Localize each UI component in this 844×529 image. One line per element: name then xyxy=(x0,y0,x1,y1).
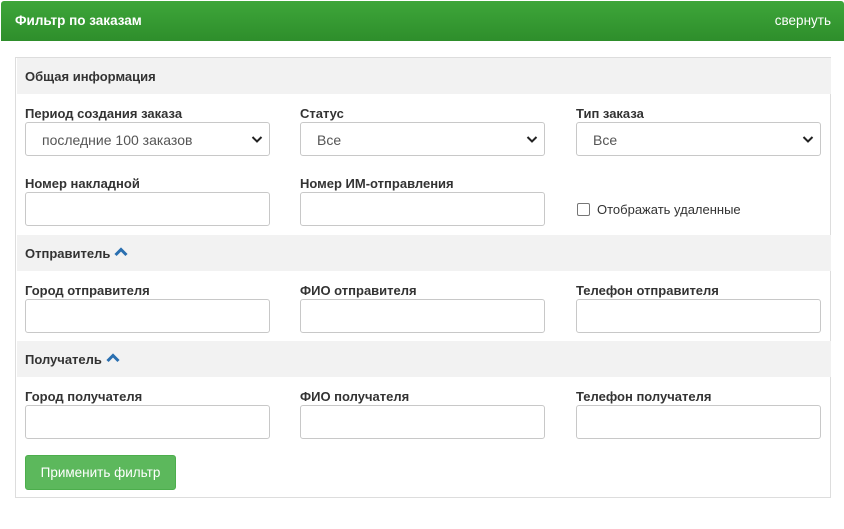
period-select[interactable]: последние 100 заказов xyxy=(25,122,270,156)
recipient-name-input[interactable] xyxy=(300,405,545,439)
collapse-link[interactable]: свернуть xyxy=(775,13,831,28)
order-type-select[interactable]: Все xyxy=(576,122,821,156)
recipient-name-label: ФИО получателя xyxy=(300,389,410,404)
section-recipient-header[interactable]: Получатель xyxy=(17,341,831,377)
show-deleted-label[interactable]: Отображать удаленные xyxy=(597,202,741,217)
period-select-value: последние 100 заказов xyxy=(42,132,193,148)
order-type-label: Тип заказа xyxy=(576,106,644,121)
status-select-value: Все xyxy=(317,132,342,148)
recipient-city-input[interactable] xyxy=(25,405,270,439)
order-filter-panel: Фильтр по заказам свернуть Общая информа… xyxy=(0,0,844,529)
section-general-title: Общая информация xyxy=(25,69,156,84)
section-sender-header[interactable]: Отправитель xyxy=(17,235,831,271)
section-recipient-label: Получатель xyxy=(25,352,102,367)
sender-phone-label: Телефон отправителя xyxy=(576,283,719,298)
panel-header: Фильтр по заказам свернуть xyxy=(1,1,844,41)
chevron-down-icon xyxy=(526,136,538,143)
im-shipment-label: Номер ИМ-отправления xyxy=(300,176,454,191)
section-sender-title: Отправитель xyxy=(25,246,128,261)
sender-name-input[interactable] xyxy=(300,299,545,333)
chevron-down-icon xyxy=(251,136,263,143)
sender-name-label: ФИО отправителя xyxy=(300,283,417,298)
chevron-up-icon[interactable] xyxy=(106,353,120,363)
apply-filter-button[interactable]: Применить фильтр xyxy=(25,455,176,490)
panel-title: Фильтр по заказам xyxy=(15,13,142,28)
section-general-header: Общая информация xyxy=(17,58,831,94)
section-sender-label: Отправитель xyxy=(25,246,111,261)
waybill-label: Номер накладной xyxy=(25,176,140,191)
period-label: Период создания заказа xyxy=(25,106,183,121)
sender-phone-input[interactable] xyxy=(576,299,821,333)
chevron-up-icon[interactable] xyxy=(114,247,128,257)
status-label: Статус xyxy=(300,106,344,121)
section-recipient-title: Получатель xyxy=(25,352,120,367)
status-select[interactable]: Все xyxy=(300,122,545,156)
show-deleted-checkbox[interactable] xyxy=(577,203,590,216)
sender-city-input[interactable] xyxy=(25,299,270,333)
waybill-input[interactable] xyxy=(25,192,270,226)
filter-form: Общая информация Период создания заказа … xyxy=(15,57,831,498)
chevron-down-icon xyxy=(802,136,814,143)
recipient-phone-input[interactable] xyxy=(576,405,821,439)
recipient-city-label: Город получателя xyxy=(25,389,143,404)
recipient-phone-label: Телефон получателя xyxy=(576,389,712,404)
order-type-select-value: Все xyxy=(593,132,618,148)
im-shipment-input[interactable] xyxy=(300,192,545,226)
sender-city-label: Город отправителя xyxy=(25,283,150,298)
